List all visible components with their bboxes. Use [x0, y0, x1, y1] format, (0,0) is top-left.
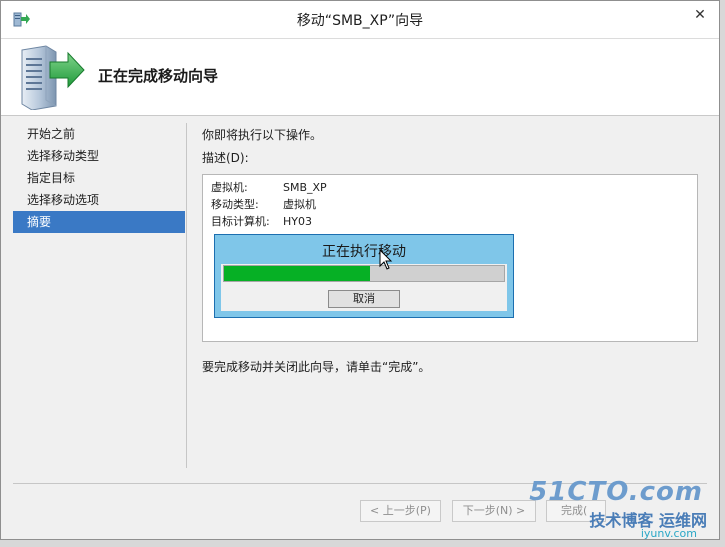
nav-divider: [186, 123, 187, 468]
nav-step-choose-move-options[interactable]: 选择移动选项: [13, 189, 185, 211]
intro-text: 你即将执行以下操作。: [202, 128, 323, 142]
detail-row-destination: 目标计算机: HY03: [211, 213, 312, 229]
nav-step-before-you-begin[interactable]: 开始之前: [13, 123, 185, 145]
detail-key: 移动类型:: [211, 198, 259, 211]
watermark-site: 51CTO.com: [529, 477, 703, 507]
next-button[interactable]: 下一步(N) >: [452, 500, 536, 522]
wizard-window: 移动“SMB_XP”向导 ✕ 正在完成移动向导 开始之前 选择移动类型 指定目标…: [0, 0, 720, 540]
description-box[interactable]: 虚拟机: SMB_XP 移动类型: 虚拟机 目标计算机: HY03 正在执行移动 取消: [202, 174, 698, 342]
close-button[interactable]: ✕: [688, 5, 712, 25]
progress-dialog: 正在执行移动 取消: [214, 234, 514, 318]
wizard-header: 正在完成移动向导: [1, 39, 719, 116]
mouse-pointer-icon: [379, 249, 393, 270]
detail-key: 虚拟机:: [211, 181, 248, 194]
detail-key: 目标计算机:: [211, 215, 270, 228]
progress-dialog-body: 取消: [221, 264, 507, 311]
summary-content: 你即将执行以下操作。 描述(D): 虚拟机: SMB_XP 移动类型: 虚拟机 目标…: [202, 126, 702, 342]
finish-instructions: 要完成移动并关闭此向导，请单击“完成”。: [202, 360, 431, 374]
previous-button[interactable]: < 上一步(P): [360, 500, 441, 522]
site-watermark: 51CTO.com 技术博客 运维网 iyunv.com: [529, 477, 709, 543]
title-bar: 移动“SMB_XP”向导 ✕: [1, 1, 719, 39]
nav-step-choose-move-type[interactable]: 选择移动类型: [13, 145, 185, 167]
nav-step-specify-destination[interactable]: 指定目标: [13, 167, 185, 189]
window-title: 移动“SMB_XP”向导: [296, 13, 424, 29]
watermark-url: iyunv.com: [640, 527, 697, 540]
wizard-steps-nav: 开始之前 选择移动类型 指定目标 选择移动选项 摘要: [13, 123, 185, 233]
close-icon: ✕: [694, 7, 706, 23]
detail-row-vm: 虚拟机: SMB_XP: [211, 179, 327, 195]
detail-value: 虚拟机: [283, 198, 316, 211]
progress-dialog-title: 正在执行移动: [322, 244, 406, 260]
description-label: 描述(D):: [202, 151, 249, 165]
detail-value: HY03: [283, 215, 312, 228]
detail-value: SMB_XP: [283, 181, 327, 194]
nav-step-summary[interactable]: 摘要: [13, 211, 185, 233]
detail-row-move-type: 移动类型: 虚拟机: [211, 196, 316, 212]
cancel-move-button[interactable]: 取消: [328, 290, 400, 308]
server-migrate-icon: [21, 45, 85, 110]
progress-fill: [224, 266, 370, 281]
wizard-heading: 正在完成移动向导: [98, 67, 219, 85]
move-progress-bar: [223, 265, 505, 282]
